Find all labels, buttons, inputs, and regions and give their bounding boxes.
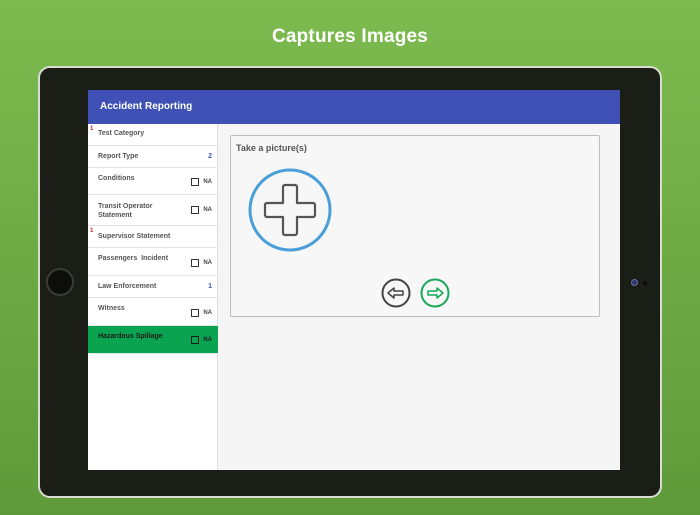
na-label: NA xyxy=(203,207,212,213)
arrow-left-icon[interactable] xyxy=(381,278,411,308)
picture-card: Take a picture(s) xyxy=(230,135,600,317)
sidebar-item-witness[interactable]: Witness NA xyxy=(88,298,218,326)
item-count: 2 xyxy=(208,153,212,160)
sidebar-item-label: Law Enforcement xyxy=(98,283,157,290)
na-checkbox[interactable] xyxy=(191,259,199,267)
item-count: 1 xyxy=(208,283,212,290)
sidebar-item-label: Supervisor Statement xyxy=(98,233,171,240)
required-mark: 1 xyxy=(90,126,94,132)
sidebar-item-conditions[interactable]: Conditions NA xyxy=(88,168,218,195)
na-label: NA xyxy=(203,260,212,266)
sidebar-item-label: Conditions xyxy=(98,175,135,182)
camera-icon xyxy=(631,279,638,286)
arrow-right-icon[interactable] xyxy=(420,278,450,308)
hero-title: Captures Images xyxy=(271,26,429,47)
sidebar-item-label: Witness xyxy=(98,305,125,312)
na-checkbox[interactable] xyxy=(191,206,199,214)
na-checkbox[interactable] xyxy=(191,178,199,186)
na-label: NA xyxy=(203,337,212,343)
app-title: Accident Reporting xyxy=(100,101,193,112)
sidebar-item-label: Passengers Incident xyxy=(98,255,169,262)
na-checkbox[interactable] xyxy=(191,309,199,317)
sidebar-item-label: Transit Operator Statement xyxy=(98,203,153,219)
sidebar-item-label: Test Category xyxy=(98,130,145,137)
sidebar-item-label: Report Type xyxy=(98,153,139,160)
sidebar-item-test-category[interactable]: 1 Test Category xyxy=(88,124,218,146)
required-mark: 1 xyxy=(90,228,94,234)
sidebar-item-passengers-incident[interactable]: Passengers Incident NA xyxy=(88,248,218,276)
na-label: NA xyxy=(203,179,212,185)
sidebar-item-transit-operator-statement[interactable]: Transit Operator Statement NA xyxy=(88,195,218,226)
na-label: NA xyxy=(203,310,212,316)
sensor-dot xyxy=(643,281,647,285)
sidebar-item-law-enforcement[interactable]: Law Enforcement 1 xyxy=(88,276,218,298)
plus-circle-icon[interactable] xyxy=(248,168,332,252)
sidebar-item-supervisor-statement[interactable]: 1 Supervisor Statement xyxy=(88,226,218,248)
sidebar-item-report-type[interactable]: Report Type 2 xyxy=(88,146,218,168)
card-title: Take a picture(s) xyxy=(236,143,307,153)
home-button[interactable] xyxy=(46,268,74,296)
na-checkbox[interactable] xyxy=(191,336,199,344)
sidebar: 1 Test Category Report Type 2 Conditions… xyxy=(88,124,218,470)
app-bar: Accident Reporting xyxy=(88,90,620,124)
sidebar-item-label: Hazardous Spillage xyxy=(98,333,163,340)
sidebar-item-hazardous-spillage[interactable]: Hazardous Spillage NA xyxy=(88,326,218,354)
app-screen: Accident Reporting 1 Test Category Repor… xyxy=(88,90,620,470)
